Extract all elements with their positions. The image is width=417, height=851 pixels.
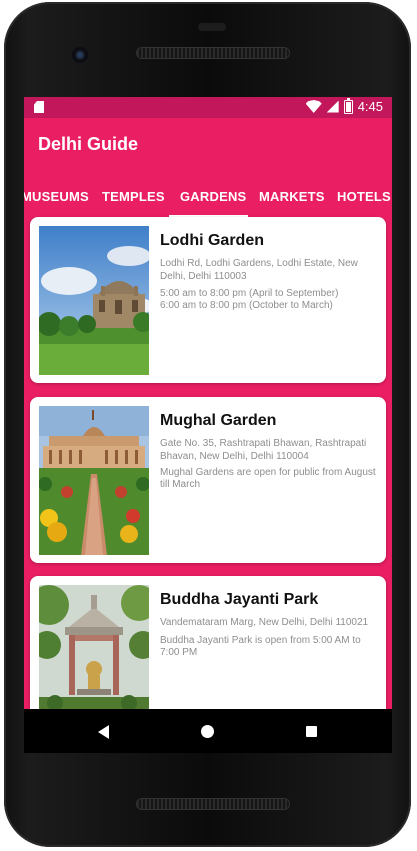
wifi-icon	[305, 100, 322, 113]
place-image-mughal-garden	[39, 406, 149, 555]
home-icon[interactable]	[201, 725, 214, 738]
tab-hotels[interactable]: HOTELS	[337, 189, 391, 204]
place-address: Lodhi Rd, Lodhi Gardens, Lodhi Estate, N…	[160, 258, 358, 282]
hours-line: 5:00 am to 8:00 pm (April to September)	[160, 288, 339, 299]
system-nav-bar	[24, 709, 392, 753]
status-time: 4:45	[357, 99, 383, 114]
tab-temples[interactable]: TEMPLES	[102, 189, 165, 204]
tab-gardens[interactable]: GARDENS	[180, 189, 246, 204]
battery-icon	[343, 97, 353, 114]
recents-icon[interactable]	[306, 726, 317, 737]
status-icons: 4:45	[305, 97, 383, 114]
signal-icon	[326, 100, 339, 113]
hours-line: 6:00 am to 8:00 pm (October to March)	[160, 300, 333, 311]
place-hours: Mughal Gardens are open for public from …	[160, 467, 376, 490]
tab-markets[interactable]: MARKETS	[259, 189, 325, 204]
back-icon[interactable]	[98, 725, 109, 739]
category-tabs: MUSEUMS TEMPLES GARDENS MARKETS HOTELS	[24, 175, 392, 217]
place-image-lodhi-garden	[39, 226, 149, 375]
place-hours: Buddha Jayanti Park is open from 5:00 AM…	[160, 635, 361, 658]
place-name: Mughal Garden	[160, 412, 277, 429]
place-hours: 5:00 am to 8:00 pm (April to September) …	[160, 288, 376, 312]
app-bar: Delhi Guide	[24, 118, 392, 170]
status-bar: 4:45	[24, 97, 392, 118]
place-address: Vandemataram Marg, New Delhi, Delhi 1100…	[160, 617, 369, 628]
app-title: Delhi Guide	[38, 134, 139, 154]
place-image-buddha-jayanti-park	[39, 585, 149, 709]
place-address: Gate No. 35, Rashtrapati Bhawan, Rashtra…	[160, 438, 367, 462]
place-card[interactable]: Mughal Garden Gate No. 35, Rashtrapati B…	[30, 397, 386, 563]
place-card[interactable]: Buddha Jayanti Park Vandemataram Marg, N…	[30, 576, 386, 709]
bottom-speaker	[137, 799, 289, 809]
place-card[interactable]: Lodhi Garden Lodhi Rd, Lodhi Gardens, Lo…	[30, 217, 386, 383]
sd-card-icon	[34, 101, 44, 113]
top-speaker	[137, 48, 289, 58]
place-name: Lodhi Garden	[160, 232, 264, 249]
top-sensor	[198, 23, 226, 31]
tab-museums[interactable]: MUSEUMS	[24, 189, 89, 204]
app-screen: 4:45 Delhi Guide MUSEUMS TEMPLES GARDENS…	[24, 97, 392, 709]
front-camera	[72, 47, 88, 63]
place-name: Buddha Jayanti Park	[160, 591, 319, 608]
